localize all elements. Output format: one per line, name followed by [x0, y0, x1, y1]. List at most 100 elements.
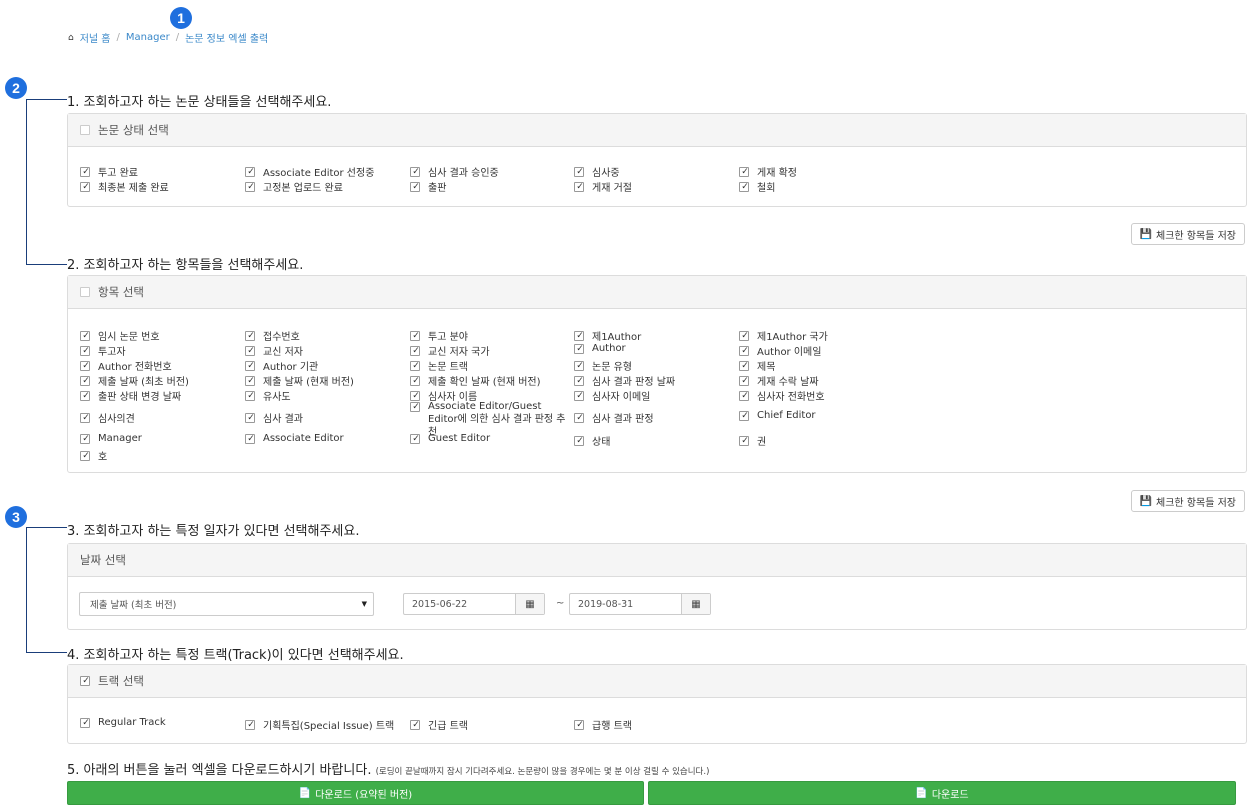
start-date-input[interactable]: 2015-06-22 ▦ [403, 593, 545, 615]
download-full-label: 다운로드 [931, 789, 969, 801]
status-checkbox-item[interactable]: 고정본 업로드 완료 [245, 179, 405, 194]
field-checkbox-item[interactable]: Guest Editor [410, 433, 570, 444]
step4-title: 4. 조회하고자 하는 특정 트랙(Track)이 있다면 선택해주세요. [67, 648, 404, 663]
date-panel-header: 날짜 선택 [68, 544, 1246, 577]
annotation-badge-2: 2 [5, 77, 27, 99]
field-checkbox-item[interactable]: 논문 유형 [574, 358, 734, 373]
download-full-button[interactable]: 📄 다운로드 [648, 781, 1236, 805]
step2-title: 2. 조회하고자 하는 항목들을 선택해주세요. [67, 258, 304, 273]
status-panel: 논문 상태 선택 투고 완료 Associate Editor 선정중 심사 결… [67, 113, 1247, 207]
start-date-value: 2015-06-22 [412, 598, 468, 610]
field-checkbox-item[interactable]: 제1Author [574, 328, 734, 343]
annotation-bracket-3 [26, 527, 67, 653]
field-checkbox-item[interactable]: 투고 분야 [410, 328, 570, 343]
field-checkbox-item[interactable]: Author [574, 343, 734, 354]
field-checkbox-item[interactable]: 제출 날짜 (최초 버전) [80, 373, 240, 388]
status-checkbox-item[interactable]: 심사 결과 승인중 [410, 164, 570, 179]
save-button-label: 체크한 항목들 저장 [1156, 497, 1236, 509]
breadcrumb-separator: / [116, 32, 120, 43]
field-checkbox-item[interactable]: 출판 상태 변경 날짜 [80, 388, 240, 403]
dropdown-caret-icon: ▼ [361, 600, 367, 608]
track-checkbox-item[interactable]: Regular Track [80, 717, 240, 728]
field-checkbox-item[interactable]: Author 기관 [245, 358, 405, 373]
field-checkbox-item[interactable]: 심사자 전화번호 [739, 388, 899, 403]
excel-file-icon: 📄 [298, 787, 312, 799]
status-checkbox-item[interactable]: 심사중 [574, 164, 734, 179]
annotation-badge-3: 3 [5, 506, 27, 528]
field-checkbox-item[interactable]: Author 전화번호 [80, 358, 240, 373]
field-checkbox-item[interactable]: 게재 수락 날짜 [739, 373, 899, 388]
field-checkbox-item[interactable]: 심사 결과 [245, 410, 405, 425]
save-checked-fields-button[interactable]: 💾 체크한 항목들 저장 [1130, 490, 1245, 512]
floppy-disk-icon: 💾 [1139, 228, 1153, 240]
field-checkbox-item[interactable]: 호 [80, 448, 240, 463]
step3-title: 3. 조회하고자 하는 특정 일자가 있다면 선택해주세요. [67, 524, 360, 539]
track-select-all-checkbox[interactable] [80, 676, 91, 686]
fields-panel-header: 항목 선택 [68, 276, 1246, 309]
status-checkbox-item[interactable]: 최종본 제출 완료 [80, 179, 240, 194]
annotation-bracket-2 [26, 99, 67, 265]
status-panel-title: 논문 상태 선택 [98, 123, 169, 137]
field-checkbox-item[interactable]: 투고자 [80, 343, 240, 358]
date-type-value: 제출 날짜 (최초 버전) [90, 600, 177, 611]
field-checkbox-item[interactable]: 유사도 [245, 388, 405, 403]
track-panel-header: 트랙 선택 [68, 665, 1246, 698]
field-checkbox-item[interactable]: 권 [739, 433, 899, 448]
home-icon: ⌂ [68, 32, 74, 43]
end-date-value: 2019-08-31 [578, 598, 634, 610]
track-checkbox-item[interactable]: 긴급 트랙 [410, 717, 570, 732]
field-checkbox-item[interactable]: 교신 저자 [245, 343, 405, 358]
field-checkbox-item[interactable]: Chief Editor [739, 410, 899, 421]
step5-title: 5. 아래의 버튼을 눌러 엑셀을 다운로드하시기 바랍니다. (로딩이 끝날때… [67, 759, 709, 778]
track-checkbox-item[interactable]: 급행 트랙 [574, 717, 734, 732]
save-button-label: 체크한 항목들 저장 [1156, 230, 1236, 242]
field-checkbox-item[interactable]: 제출 확인 날짜 (현재 버전) [410, 373, 570, 388]
field-checkbox-item[interactable]: 제목 [739, 358, 899, 373]
status-checkbox-item[interactable]: 게재 거절 [574, 179, 734, 194]
fields-select-all-checkbox[interactable] [80, 287, 90, 297]
step5-title-text: 5. 아래의 버튼을 눌러 엑셀을 다운로드하시기 바랍니다. [67, 763, 372, 778]
status-checkbox-item[interactable]: 투고 완료 [80, 164, 240, 179]
field-checkbox-item[interactable]: 임시 논문 번호 [80, 328, 240, 343]
save-checked-status-button[interactable]: 💾 체크한 항목들 저장 [1130, 223, 1245, 245]
track-panel: 트랙 선택 Regular Track 기획특집(Special Issue) … [67, 664, 1247, 744]
breadcrumb-current: 논문 정보 엑셀 출력 [185, 34, 269, 45]
field-checkbox-item[interactable]: 제1Author 국가 [739, 328, 899, 343]
excel-file-icon: 📄 [915, 787, 928, 799]
field-checkbox-item[interactable]: 심사 결과 판정 날짜 [574, 373, 734, 388]
field-checkbox-item[interactable]: 접수번호 [245, 328, 405, 343]
status-checkbox-item[interactable]: 철회 [739, 179, 899, 194]
field-checkbox-item[interactable]: Manager [80, 433, 240, 444]
field-checkbox-item[interactable]: 상태 [574, 433, 734, 448]
step1-title: 1. 조회하고자 하는 논문 상태들을 선택해주세요. [67, 95, 332, 110]
breadcrumb: ⌂ 저널 홈 / Manager / 논문 정보 엑셀 출력 [68, 30, 268, 45]
status-checkbox-item[interactable]: 게재 확정 [739, 164, 899, 179]
date-panel-title: 날짜 선택 [80, 553, 126, 567]
calendar-icon[interactable]: ▦ [681, 594, 710, 614]
annotation-badge-1: 1 [170, 7, 192, 29]
floppy-disk-icon: 💾 [1139, 495, 1153, 507]
field-checkbox-item[interactable]: Associate Editor [245, 433, 405, 444]
track-panel-title: 트랙 선택 [98, 674, 144, 688]
track-checkbox-item[interactable]: 기획특집(Special Issue) 트랙 [245, 717, 405, 732]
date-type-select[interactable]: 제출 날짜 (최초 버전) ▼ [79, 592, 374, 616]
fields-panel-title: 항목 선택 [98, 285, 144, 299]
breadcrumb-home[interactable]: 저널 홈 [80, 30, 111, 45]
calendar-icon[interactable]: ▦ [515, 594, 544, 614]
field-checkbox-item[interactable]: 심사자 이메일 [574, 388, 734, 403]
field-checkbox-item[interactable]: 심사의견 [80, 410, 240, 425]
breadcrumb-manager[interactable]: Manager [126, 32, 170, 43]
field-checkbox-item[interactable]: 제출 날짜 (현재 버전) [245, 373, 405, 388]
status-select-all-checkbox[interactable] [80, 125, 90, 135]
status-checkbox-item[interactable]: Associate Editor 선정중 [245, 164, 405, 179]
end-date-input[interactable]: 2019-08-31 ▦ [569, 593, 711, 615]
field-checkbox-item[interactable]: Author 이메일 [739, 343, 899, 358]
download-summary-button[interactable]: 📄 다운로드 (요약된 버전) [67, 781, 644, 805]
field-checkbox-item[interactable]: 심사 결과 판정 [574, 410, 734, 425]
field-checkbox-item[interactable]: 교신 저자 국가 [410, 343, 570, 358]
status-checkbox-item[interactable]: 출판 [410, 179, 570, 194]
field-checkbox-item[interactable]: 논문 트랙 [410, 358, 570, 373]
status-panel-header: 논문 상태 선택 [68, 114, 1246, 147]
fields-panel: 항목 선택 임시 논문 번호 접수번호 투고 분야 제1Author 제1Aut… [67, 275, 1247, 473]
step5-note: (로딩이 끝날때까지 잠시 기다려주세요. 논문량이 많을 경우에는 몇 분 이… [375, 767, 710, 777]
